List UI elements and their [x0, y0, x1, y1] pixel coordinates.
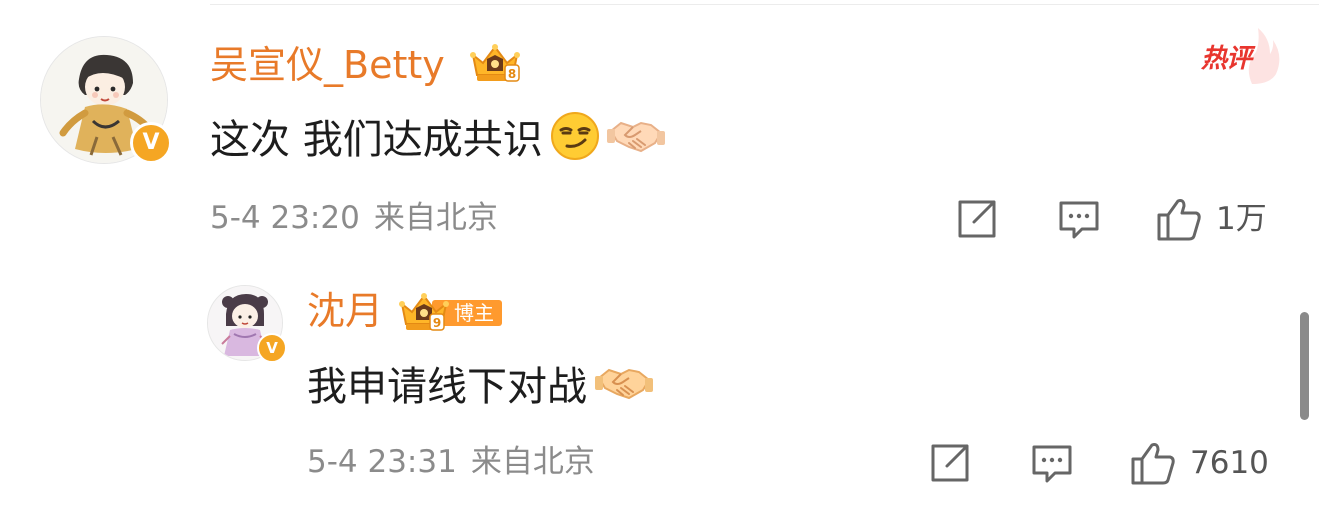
- svg-text:9: 9: [433, 316, 441, 330]
- share-button[interactable]: [929, 443, 971, 483]
- comment-icon: [1032, 445, 1072, 483]
- avatar[interactable]: V: [207, 285, 287, 363]
- svg-text:8: 8: [508, 67, 516, 81]
- verified-badge-icon: V: [257, 333, 287, 363]
- comment-meta: 5-4 23:20 来自北京: [210, 203, 498, 234]
- comment-date: 5-4 23:20: [210, 200, 360, 236]
- comment-date: 5-4 23:31: [307, 444, 457, 480]
- like-count: 7610: [1190, 444, 1269, 481]
- username[interactable]: 沈月: [307, 292, 383, 330]
- scrollbar[interactable]: [1300, 312, 1309, 420]
- verified-badge-icon: V: [130, 122, 172, 164]
- hot-comment-badge: 热评: [1200, 26, 1280, 86]
- avatar[interactable]: V: [40, 36, 172, 164]
- like-icon: [1131, 443, 1175, 485]
- share-icon: [931, 444, 969, 482]
- member-crown-icon: 9: [396, 290, 452, 338]
- share-icon: [958, 200, 996, 238]
- member-crown-icon: 8: [467, 41, 523, 89]
- handshake-emoji: [595, 360, 653, 413]
- comment-location: 来自北京: [373, 200, 498, 236]
- comment-item: V 吴宣仪_Betty 8 热评 这次 我们达成共识 5-4 23:20 来自北…: [0, 0, 1319, 260]
- reply-button[interactable]: [1058, 199, 1100, 241]
- like-icon: [1157, 199, 1201, 241]
- like-button[interactable]: 1万: [1156, 196, 1267, 242]
- comment-text: 我申请线下对战: [307, 360, 653, 413]
- smirk-emoji: [549, 110, 601, 169]
- handshake-emoji: [606, 113, 665, 166]
- share-button[interactable]: [956, 199, 998, 239]
- username[interactable]: 吴宣仪_Betty: [210, 46, 445, 84]
- comment-meta: 5-4 23:31 来自北京: [307, 447, 595, 478]
- comment-location: 来自北京: [470, 444, 595, 480]
- comment-text: 这次 我们达成共识: [210, 110, 665, 169]
- reply-item: V 沈月 博主 9 我申请线下对战 5-4 23:31 来自北京 7610: [0, 260, 1319, 512]
- comment-icon: [1059, 201, 1099, 239]
- reply-button[interactable]: [1031, 443, 1073, 485]
- like-button[interactable]: 7610: [1130, 440, 1269, 486]
- like-count: 1万: [1216, 200, 1267, 237]
- comment-thread: V 吴宣仪_Betty 8 热评 这次 我们达成共识 5-4 23:20 来自北…: [0, 0, 1319, 512]
